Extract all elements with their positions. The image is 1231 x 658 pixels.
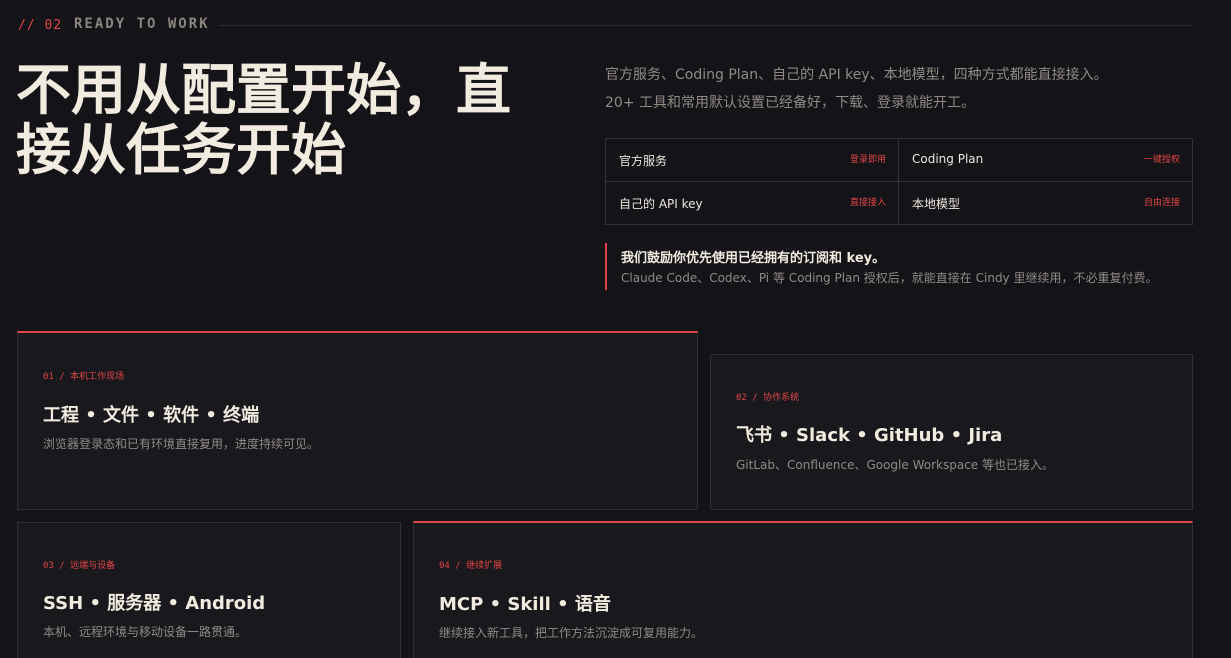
- card-title: SSH • 服务器 • Android: [43, 593, 266, 614]
- access-option-name: 官方服务: [619, 154, 668, 168]
- card-title: 飞书 • Slack • GitHub • Jira: [736, 425, 1003, 446]
- card-kicker: 02 / 协作系统: [736, 393, 800, 403]
- access-option-coding-plan[interactable]: Coding Plan 一键授权: [899, 139, 1192, 182]
- access-option-name: 自己的 API key: [619, 197, 703, 211]
- section-title: READY TO WORK: [74, 16, 210, 32]
- feature-card-extensions: 04 / 继续扩展 MCP • Skill • 语音 继续接入新工具，把工作方法…: [413, 521, 1193, 658]
- access-methods-grid: 官方服务 登录即用 Coding Plan 一键授权 自己的 API key 直…: [605, 138, 1193, 225]
- card-description: 本机、远程环境与移动设备一路贯通。: [43, 625, 248, 639]
- callout-text: Claude Code、Codex、Pi 等 Coding Plan 授权后，就…: [621, 271, 1158, 285]
- card-description: GitLab、Confluence、Google Workspace 等也已接入…: [736, 458, 1054, 472]
- card-description: 继续接入新工具，把工作方法沉淀成可复用能力。: [439, 626, 704, 640]
- ready-to-work-section: // 02 READY TO WORK 不用从配置开始，直 接从任务开始 官方服…: [0, 0, 1231, 658]
- card-kicker: 03 / 远端与设备: [43, 561, 116, 571]
- access-option-tag: 自由连接: [1143, 198, 1180, 208]
- card-description: 浏览器登录态和已有环境直接复用，进度持续可见。: [43, 437, 320, 451]
- hero-title-line-1: 不用从配置开始，直: [16, 58, 512, 122]
- feature-card-collaboration: 02 / 协作系统 飞书 • Slack • GitHub • Jira Git…: [710, 354, 1193, 510]
- section-divider: [218, 25, 1193, 26]
- access-option-local-model[interactable]: 本地模型 自由连接: [899, 182, 1192, 224]
- access-option-tag: 登录即用: [849, 155, 886, 165]
- access-option-official[interactable]: 官方服务 登录即用: [606, 139, 899, 182]
- card-title: 工程 • 文件 • 软件 • 终端: [43, 405, 260, 426]
- card-title: MCP • Skill • 语音: [439, 594, 611, 615]
- feature-card-remote-devices: 03 / 远端与设备 SSH • 服务器 • Android 本机、远程环境与移…: [17, 522, 401, 658]
- intro-line-2: 20+ 工具和常用默认设置已经备好，下载、登录就能开工。: [605, 95, 975, 111]
- intro-paragraph: 官方服务、Coding Plan、自己的 API key、本地模型，四种方式都能…: [605, 61, 1205, 117]
- feature-card-local-workspace: 01 / 本机工作现场 工程 • 文件 • 软件 • 终端 浏览器登录态和已有环…: [17, 331, 698, 510]
- access-option-name: 本地模型: [912, 197, 961, 211]
- callout-title: 我们鼓励你优先使用已经拥有的订阅和 key。: [621, 251, 886, 266]
- card-kicker: 04 / 继续扩展: [439, 561, 503, 571]
- hero-title: 不用从配置开始，直 接从任务开始: [16, 60, 576, 180]
- access-option-tag: 一键授权: [1143, 155, 1180, 165]
- subscription-callout: 我们鼓励你优先使用已经拥有的订阅和 key。 Claude Code、Codex…: [605, 243, 1205, 290]
- access-option-tag: 直接接入: [849, 198, 886, 208]
- section-header: // 02 READY TO WORK: [18, 16, 1193, 34]
- section-number: // 02: [18, 18, 63, 33]
- access-option-name: Coding Plan: [912, 152, 984, 166]
- access-option-api-key[interactable]: 自己的 API key 直接接入: [606, 182, 899, 224]
- card-kicker: 01 / 本机工作现场: [43, 372, 125, 382]
- intro-line-1: 官方服务、Coding Plan、自己的 API key、本地模型，四种方式都能…: [605, 67, 1108, 83]
- hero-title-line-2: 接从任务开始: [16, 118, 347, 182]
